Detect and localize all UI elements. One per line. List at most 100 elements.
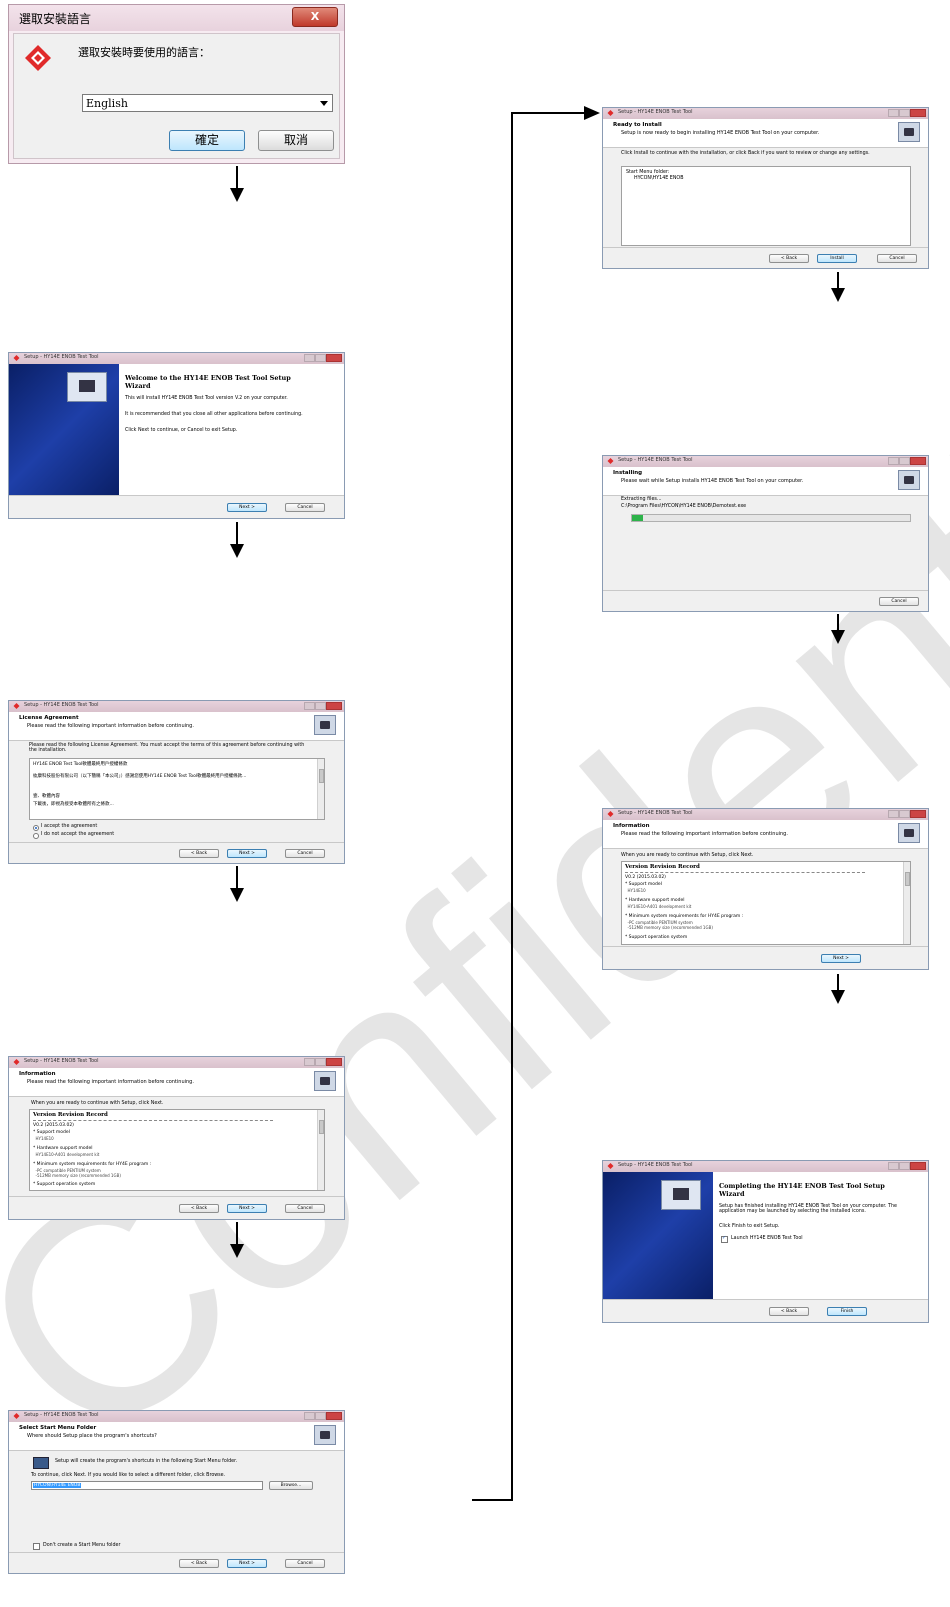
window-controls[interactable] (888, 457, 926, 465)
welcome-footer: Next > Cancel (9, 495, 344, 518)
info-header: Information Please read the following im… (9, 1068, 344, 1097)
info-footer: Next > (603, 946, 928, 969)
language-prompt: 選取安裝時要使用的語言： (78, 46, 210, 59)
license-window: Setup - HY14E ENOB Test Tool License Agr… (8, 700, 345, 864)
license-text-box[interactable]: HY14E ENOB Test Tool軟體最終用戶授權條款 紘康科技股份有限公… (29, 758, 325, 820)
info-title: Setup - HY14E ENOB Test Tool (618, 810, 693, 816)
ready-summary-box[interactable]: Start Menu folder: HYCON\HY14E ENOB (621, 166, 911, 246)
folder-input-value: HYCON\HY14E ENOB (33, 1483, 82, 1488)
memo-line: -512MB memory size (recommended 1GB) (33, 1173, 121, 1178)
memo-line: -512MB memory size (recommended 1GB) (625, 925, 713, 930)
finish-heading: Completing the HY14E ENOB Test Tool Setu… (719, 1182, 885, 1198)
memo-line: * Support model (33, 1130, 70, 1135)
no-folder-checkbox[interactable] (33, 1543, 40, 1550)
installing-heading: Installing (613, 470, 643, 476)
install-button[interactable]: Install (817, 254, 857, 263)
window-controls[interactable] (304, 354, 342, 362)
accept-label: I accept the agreement (41, 824, 98, 829)
flow-arrow (230, 866, 244, 902)
back-button[interactable]: < Back (769, 1307, 809, 1316)
back-button[interactable]: < Back (179, 1204, 219, 1213)
memo-line: V0.2 (2015.03.02) (625, 875, 666, 880)
folder-icon (33, 1457, 49, 1469)
installing-path: C:\Program Files\HYCON\HY14E ENOB\Demote… (621, 504, 747, 509)
flow-arrow (230, 522, 244, 558)
language-select[interactable]: English (82, 94, 333, 112)
accept-radio[interactable] (33, 825, 39, 831)
installing-window: Setup - HY14E ENOB Test Tool Installing … (602, 455, 929, 612)
back-button[interactable]: < Back (179, 1559, 219, 1568)
window-controls[interactable] (304, 702, 342, 710)
welcome-p1: This will install HY14E ENOB Test Tool v… (125, 396, 288, 401)
info-subheading: Please read the following important info… (621, 831, 788, 837)
browse-button[interactable]: Browse... (269, 1481, 313, 1490)
installing-titlebar: Setup - HY14E ENOB Test Tool (603, 456, 928, 467)
next-button[interactable]: Next > (227, 503, 267, 512)
setup-logo-icon (67, 372, 107, 402)
finish-window: Setup - HY14E ENOB Test Tool Completing … (602, 1160, 929, 1323)
next-button[interactable]: Next > (227, 849, 267, 858)
cancel-button[interactable]: Cancel (877, 254, 917, 263)
flow-arrow (831, 272, 845, 302)
installing-status: Extracting files... (621, 497, 662, 502)
license-header: License Agreement Please read the follow… (9, 712, 344, 741)
cancel-button[interactable]: 取消 (258, 130, 334, 151)
decline-radio[interactable] (33, 833, 39, 839)
ready-subheading: Setup is now ready to begin installing H… (621, 130, 820, 136)
welcome-titlebar: Setup - HY14E ENOB Test Tool (9, 353, 344, 364)
connector-line (472, 1499, 512, 1501)
ready-titlebar: Setup - HY14E ENOB Test Tool (603, 108, 928, 119)
ready-heading: Ready to Install (613, 122, 662, 128)
info-footer: < Back Next > Cancel (9, 1196, 344, 1219)
scrollbar[interactable] (317, 1110, 324, 1190)
close-icon[interactable]: X (292, 7, 338, 27)
flow-arrow (230, 166, 244, 202)
next-button[interactable]: Next > (227, 1204, 267, 1213)
chevron-down-icon (320, 101, 328, 106)
setup-app-icon (13, 1413, 20, 1419)
startmenu-line2: To continue, click Next. If you would li… (31, 1473, 226, 1478)
back-button[interactable]: < Back (179, 849, 219, 858)
cancel-button[interactable]: Cancel (285, 849, 325, 858)
memo-title: Version Revision Record (33, 1112, 108, 1118)
info-titlebar: Setup - HY14E ENOB Test Tool (9, 1057, 344, 1068)
info-heading: Information (613, 823, 650, 829)
ok-button[interactable]: 確定 (169, 130, 245, 151)
startmenu-title: Setup - HY14E ENOB Test Tool (24, 1412, 99, 1418)
finish-p1: Setup has finished installing HY14E ENOB… (719, 1204, 897, 1214)
welcome-heading: Welcome to the HY14E ENOB Test Tool Setu… (125, 374, 291, 390)
back-button[interactable]: < Back (769, 254, 809, 263)
info-text-box[interactable]: Version Revision Record V0.2 (2015.03.02… (29, 1109, 325, 1191)
window-controls[interactable] (888, 109, 926, 117)
license-footer: < Back Next > Cancel (9, 842, 344, 863)
cancel-button[interactable]: Cancel (285, 1204, 325, 1213)
progress-bar (631, 514, 911, 522)
cancel-button[interactable]: Cancel (879, 597, 919, 606)
info-heading: Information (19, 1071, 56, 1077)
license-heading: License Agreement (19, 715, 79, 721)
setup-logo-icon (314, 715, 336, 735)
ready-title: Setup - HY14E ENOB Test Tool (618, 109, 693, 115)
scrollbar[interactable] (903, 862, 910, 944)
finish-button[interactable]: Finish (827, 1307, 867, 1316)
setup-logo-icon (898, 122, 920, 142)
window-controls[interactable] (304, 1058, 342, 1066)
launch-checkbox[interactable] (721, 1235, 728, 1243)
next-button[interactable]: Next > (821, 954, 861, 963)
window-controls[interactable] (304, 1412, 342, 1420)
language-select-value: English (86, 97, 128, 110)
window-controls[interactable] (888, 810, 926, 818)
cancel-button[interactable]: Cancel (285, 1559, 325, 1568)
setup-app-icon (607, 110, 614, 116)
cancel-button[interactable]: Cancel (285, 503, 325, 512)
scrollbar[interactable] (317, 759, 324, 819)
license-titlebar: Setup - HY14E ENOB Test Tool (9, 701, 344, 712)
no-folder-label: Don't create a Start Menu folder (43, 1543, 121, 1548)
start-menu-window: Setup - HY14E ENOB Test Tool Select Star… (8, 1410, 345, 1574)
memo-line: * Support operation system (625, 935, 688, 940)
next-button[interactable]: Next > (227, 1559, 267, 1568)
finish-content: Completing the HY14E ENOB Test Tool Setu… (713, 1172, 928, 1300)
info-text-box[interactable]: Version Revision Record V0.2 (2015.03.02… (621, 861, 911, 945)
window-controls[interactable] (888, 1162, 926, 1170)
folder-input[interactable]: HYCON\HY14E ENOB (31, 1481, 263, 1490)
